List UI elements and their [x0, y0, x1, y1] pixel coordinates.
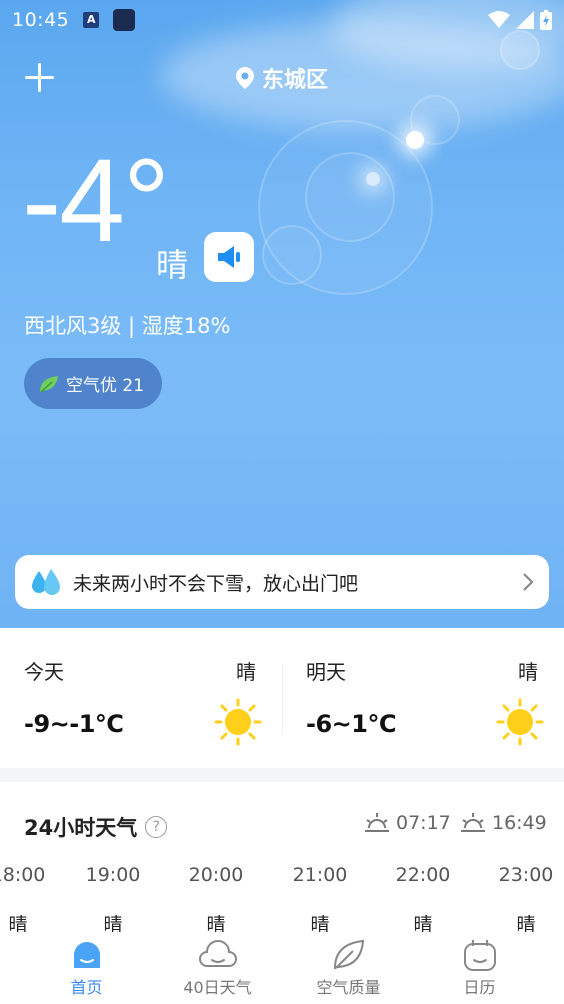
- signal-icon: [516, 11, 534, 29]
- hourly-title-text: 24小时天气: [24, 816, 138, 840]
- notification-a-icon: A: [83, 12, 100, 28]
- bottom-nav: 首页 40日天气 空气质量 日历: [0, 932, 564, 1004]
- hour-time: 22:00: [395, 864, 451, 886]
- hour-item: 21:00 晴: [280, 864, 360, 932]
- hour-weather: 晴: [103, 914, 123, 932]
- notification-app-icon: [113, 9, 136, 31]
- hour-weather: 晴: [8, 914, 28, 932]
- cloud-icon: [198, 940, 237, 967]
- hourly-title: 24小时天气 ?: [24, 812, 168, 842]
- forecast-range: -6~1℃: [306, 710, 397, 738]
- forecast-day-label: 明天: [306, 660, 346, 684]
- forecast-day-label: 今天: [24, 660, 64, 684]
- hour-time: 21:00: [292, 864, 348, 886]
- hour-item: 22:00 晴: [383, 864, 463, 932]
- wind-humidity: 西北风3级 | 湿度18%: [24, 314, 231, 338]
- status-bar: 10:45 A: [0, 0, 564, 40]
- forecast-tomorrow[interactable]: 明天 晴 -6~1℃: [282, 628, 564, 768]
- forecast-weather: 晴: [518, 660, 538, 684]
- forecast-weather: 晴: [236, 660, 256, 684]
- hour-weather: 晴: [310, 914, 330, 932]
- speaker-icon: [218, 246, 240, 268]
- sunrise-time: 07:17: [364, 812, 451, 834]
- voice-broadcast-button[interactable]: [204, 232, 254, 282]
- hourly-section: 24小时天气 ? 07:17 16:49 18:00 晴 19:00 晴 20:00…: [0, 782, 564, 932]
- hour-item: 20:00 晴: [176, 864, 256, 932]
- sun-glare: [406, 131, 424, 149]
- wifi-icon: [488, 11, 510, 28]
- forecast-today[interactable]: 今天 晴 -9~-1℃: [0, 628, 282, 768]
- tab-label: 首页: [70, 978, 103, 997]
- hour-weather: 晴: [516, 914, 536, 932]
- tab-home[interactable]: 首页: [21, 932, 152, 1004]
- leaf-icon: [333, 939, 364, 970]
- tab-label: 日历: [463, 978, 496, 997]
- sunrise-icon: [365, 813, 389, 832]
- hour-weather: 晴: [413, 914, 433, 932]
- hour-time: 20:00: [188, 864, 244, 886]
- hour-item: 19:00 晴: [73, 864, 153, 932]
- location-name: 东城区: [262, 68, 329, 93]
- forecast-range: -9~-1℃: [24, 710, 124, 738]
- hour-time: 19:00: [85, 864, 141, 886]
- sunset-time: 16:49: [460, 812, 547, 834]
- hour-time: 18:00: [0, 864, 46, 886]
- status-time: 10:45: [12, 9, 70, 31]
- battery-icon: [540, 10, 552, 30]
- hour-item: 23:00 晴: [486, 864, 564, 932]
- location-pin-icon: [236, 67, 254, 89]
- sun-icon: [496, 698, 544, 746]
- sunset-value: 16:49: [492, 812, 547, 834]
- current-condition: 晴: [156, 246, 189, 284]
- calendar-icon: [463, 940, 496, 971]
- sunset-icon: [461, 813, 485, 832]
- home-icon: [73, 942, 100, 968]
- tab-label: 空气质量: [316, 978, 381, 997]
- aqi-badge[interactable]: 空气优 21: [24, 358, 163, 409]
- hour-weather: 晴: [206, 914, 226, 932]
- hour-time: 23:00: [498, 864, 554, 886]
- precipitation-notice[interactable]: 未来两小时不会下雪，放心出门吧: [15, 555, 549, 609]
- daily-forecast: 今天 晴 -9~-1℃ 明天 晴 -6~1℃: [0, 628, 564, 768]
- water-drops-icon: [32, 569, 60, 595]
- sunrise-value: 07:17: [396, 812, 451, 834]
- section-gap: [0, 768, 564, 782]
- current-temperature: -4°: [22, 135, 170, 267]
- help-icon[interactable]: ?: [145, 816, 168, 838]
- aqi-text: 空气优 21: [66, 376, 145, 396]
- location-selector[interactable]: 东城区: [236, 62, 328, 94]
- chevron-right-icon: [523, 573, 534, 591]
- tab-calendar[interactable]: 日历: [414, 932, 545, 1004]
- add-city-button[interactable]: [24, 62, 56, 94]
- notice-text: 未来两小时不会下雪，放心出门吧: [73, 572, 359, 595]
- tab-air-quality[interactable]: 空气质量: [283, 932, 414, 1004]
- tab-40day[interactable]: 40日天气: [152, 932, 283, 1004]
- hour-item: 18:00 晴: [0, 864, 58, 932]
- tab-label: 40日天气: [183, 978, 252, 997]
- leaf-icon: [40, 375, 58, 393]
- sun-icon: [214, 698, 262, 746]
